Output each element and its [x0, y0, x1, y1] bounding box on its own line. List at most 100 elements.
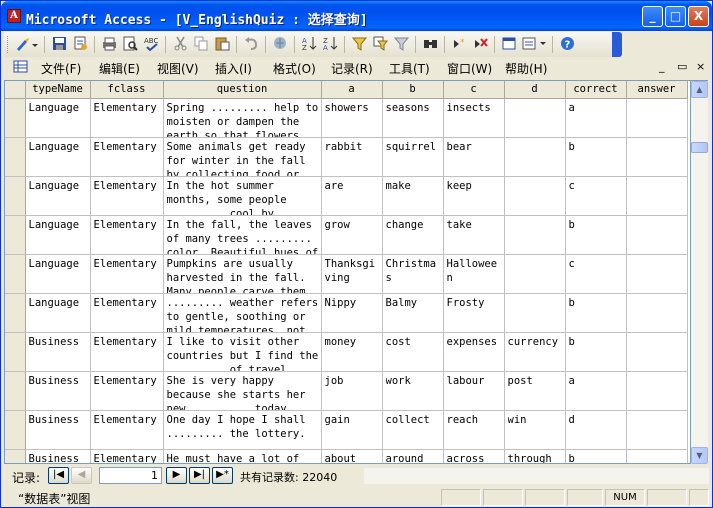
table-cell-c[interactable]: labour	[443, 371, 505, 411]
table-cell-fclass[interactable]: Elementary	[90, 215, 164, 255]
undo-icon[interactable]	[243, 36, 260, 53]
table-row[interactable]: Language Elementary In the fall, the leave…	[5, 215, 688, 255]
table-cell-c[interactable]: insects	[443, 98, 505, 138]
table-cell-question[interactable]: She is very happy because she starts her…	[163, 371, 322, 411]
sort-descending-icon[interactable]: ZA	[322, 36, 339, 53]
column-header[interactable]: fclass	[90, 81, 164, 99]
table-cell-typename[interactable]: Language	[25, 215, 91, 255]
table-cell-question[interactable]: In the hot summer months, some people ..…	[163, 176, 322, 216]
row-selector[interactable]	[5, 449, 26, 463]
column-header[interactable]: d	[504, 81, 566, 99]
table-cell-correct[interactable]: b	[565, 449, 627, 463]
resize-grip[interactable]	[689, 489, 709, 506]
table-cell-correct[interactable]: b	[565, 293, 627, 333]
row-selector[interactable]	[5, 176, 26, 216]
select-all-corner[interactable]	[5, 81, 26, 99]
menu-insert[interactable]: 插入(I)	[215, 60, 252, 77]
table-cell-a[interactable]: gain	[321, 410, 383, 450]
row-selector[interactable]	[5, 371, 26, 411]
database-window-icon[interactable]	[501, 36, 518, 53]
child-minimize-button[interactable]: _	[659, 60, 665, 73]
first-record-button[interactable]: |◀	[48, 467, 69, 484]
find-icon[interactable]	[422, 36, 439, 53]
table-cell-question[interactable]: One day I hope I shall ......... the lot…	[163, 410, 322, 450]
table-cell-typename[interactable]: Business	[25, 371, 91, 411]
table-cell-c[interactable]: Halloween	[443, 254, 505, 294]
table-cell-fclass[interactable]: Elementary	[90, 449, 164, 463]
apply-filter-icon[interactable]	[393, 36, 410, 53]
horizontal-scrollbar[interactable]	[364, 468, 709, 484]
table-cell-question[interactable]: Spring ......... help to moisten or damp…	[163, 98, 322, 138]
table-cell-typename[interactable]: Language	[25, 293, 91, 333]
vertical-scrollbar[interactable]: ▲ ▼	[691, 80, 708, 464]
table-cell-a[interactable]: rabbit	[321, 137, 383, 177]
table-cell-answer[interactable]	[626, 98, 688, 138]
column-header[interactable]: b	[382, 81, 444, 99]
table-cell-a[interactable]: Nippy	[321, 293, 383, 333]
table-cell-b[interactable]: seasons	[382, 98, 444, 138]
table-cell-answer[interactable]	[626, 410, 688, 450]
row-selector[interactable]	[5, 254, 26, 294]
current-record-field[interactable]: 1	[99, 467, 162, 484]
menu-view[interactable]: 视图(V)	[157, 60, 199, 77]
table-cell-question[interactable]: ......... weather refers to gentle, soot…	[163, 293, 322, 333]
table-cell-b[interactable]: cost	[382, 332, 444, 372]
design-view-icon[interactable]	[14, 36, 40, 53]
print-setup-icon[interactable]	[72, 36, 89, 53]
table-cell-d[interactable]	[504, 98, 566, 138]
save-icon[interactable]	[51, 36, 68, 53]
table-cell-fclass[interactable]: Elementary	[90, 293, 164, 333]
minimize-button[interactable]: _	[642, 6, 663, 27]
table-cell-correct[interactable]: a	[565, 371, 627, 411]
table-cell-correct[interactable]: c	[565, 254, 627, 294]
table-cell-a[interactable]: showers	[321, 98, 383, 138]
table-cell-correct[interactable]: b	[565, 332, 627, 372]
print-icon[interactable]	[101, 36, 118, 53]
table-cell-c[interactable]: Frosty	[443, 293, 505, 333]
paste-icon[interactable]	[214, 36, 231, 53]
table-cell-fclass[interactable]: Elementary	[90, 371, 164, 411]
last-record-button[interactable]: ▶|	[189, 467, 210, 484]
table-cell-a[interactable]: money	[321, 332, 383, 372]
menu-file[interactable]: 文件(F)	[41, 60, 81, 77]
row-selector[interactable]	[5, 293, 26, 333]
table-cell-typename[interactable]: Business	[25, 332, 91, 372]
table-cell-question[interactable]: Pumpkins are usually harvested in the fa…	[163, 254, 322, 294]
table-cell-correct[interactable]: c	[565, 176, 627, 216]
table-row[interactable]: Business Elementary I like to visit other …	[5, 332, 688, 372]
menu-window[interactable]: 窗口(W)	[447, 60, 492, 77]
hyperlink-icon[interactable]	[272, 36, 289, 53]
table-row[interactable]: Language Elementary Pumpkins are usually h…	[5, 254, 688, 294]
help-icon[interactable]: ?	[559, 36, 576, 53]
row-selector[interactable]	[5, 332, 26, 372]
table-cell-answer[interactable]	[626, 254, 688, 294]
table-cell-correct[interactable]: a	[565, 98, 627, 138]
sort-ascending-icon[interactable]: AZ	[301, 36, 318, 53]
menu-help[interactable]: 帮助(H)	[505, 60, 547, 77]
table-cell-d[interactable]: win	[504, 410, 566, 450]
table-cell-answer[interactable]	[626, 293, 688, 333]
delete-record-icon[interactable]	[472, 36, 489, 53]
table-row[interactable]: Language Elementary In the hot summer mont…	[5, 176, 688, 216]
table-cell-answer[interactable]	[626, 137, 688, 177]
table-cell-a[interactable]: about	[321, 449, 383, 463]
new-record-nav-button[interactable]: ▶*	[212, 467, 233, 484]
table-cell-b[interactable]: collect	[382, 410, 444, 450]
table-cell-a[interactable]: Thanksgiving	[321, 254, 383, 294]
table-cell-fclass[interactable]: Elementary	[90, 137, 164, 177]
table-cell-d[interactable]: through	[504, 449, 566, 463]
previous-record-button[interactable]: ◀	[71, 467, 92, 484]
new-object-icon[interactable]	[522, 36, 548, 53]
table-row[interactable]: Business Elementary She is very happy beca…	[5, 371, 688, 411]
table-cell-b[interactable]: Christmas	[382, 254, 444, 294]
table-row[interactable]: Language Elementary ......... weather refe…	[5, 293, 688, 333]
table-cell-fclass[interactable]: Elementary	[90, 176, 164, 216]
table-row[interactable]: Business Elementary He must have a lot of a…	[5, 449, 688, 463]
table-cell-typename[interactable]: Language	[25, 98, 91, 138]
menu-records[interactable]: 记录(R)	[331, 60, 373, 77]
next-record-button[interactable]: ▶	[166, 467, 187, 484]
table-cell-d[interactable]: post	[504, 371, 566, 411]
table-cell-d[interactable]	[504, 137, 566, 177]
table-row[interactable]: Language Elementary Some animals get ready…	[5, 137, 688, 177]
column-header[interactable]: c	[443, 81, 505, 99]
